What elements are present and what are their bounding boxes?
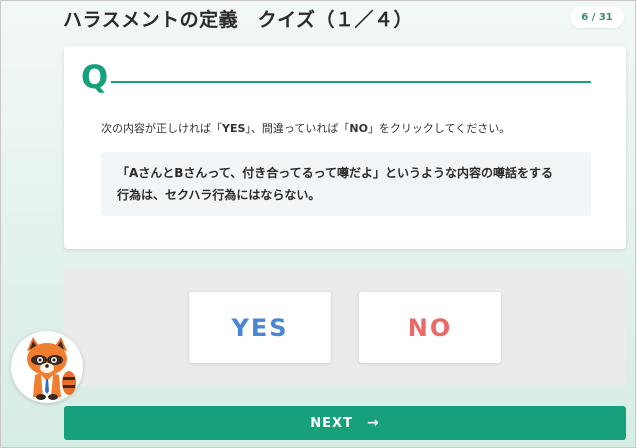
page-title: ハラスメントの定義 クイズ（１／４）: [63, 9, 414, 31]
instruction-no-word: NO: [349, 122, 368, 135]
statement-line-2: 行為は、セクハラ行為にはならない。: [117, 188, 321, 202]
question-card: Q 次の内容が正しければ「YES」、間違っていれば「NO」をクリックしてください…: [64, 46, 626, 249]
question-mark: Q: [81, 58, 109, 96]
question-instruction: 次の内容が正しければ「YES」、間違っていれば「NO」をクリックしてください。: [101, 120, 601, 136]
app-frame: ハラスメントの定義 クイズ（１／４） 6 / 31 Q 次の内容が正しければ「Y…: [0, 0, 636, 448]
instruction-yes-word: YES: [222, 122, 246, 135]
instruction-text-middle: 」、間違っていれば「: [245, 122, 350, 135]
instruction-text-before: 次の内容が正しければ「: [101, 122, 222, 135]
yes-button[interactable]: YES: [189, 292, 331, 363]
statement-line-1: 「AさんとBさんって、付き合ってるって噂だよ」というような内容の噂話をする: [117, 166, 554, 180]
instruction-text-after: 」をクリックしてください。: [367, 122, 511, 135]
no-button[interactable]: NO: [359, 292, 501, 363]
arrow-right-icon: →: [366, 415, 380, 431]
question-statement: 「AさんとBさんって、付き合ってるって噂だよ」というような内容の噂話をする 行為…: [101, 152, 591, 216]
question-divider: [111, 81, 591, 83]
next-button[interactable]: NEXT →: [64, 406, 626, 440]
next-button-label: NEXT: [310, 415, 353, 431]
answer-area: YES NO: [64, 268, 626, 386]
raccoon-mascot-icon: [11, 331, 83, 403]
page-counter: 6 / 31: [570, 7, 624, 28]
